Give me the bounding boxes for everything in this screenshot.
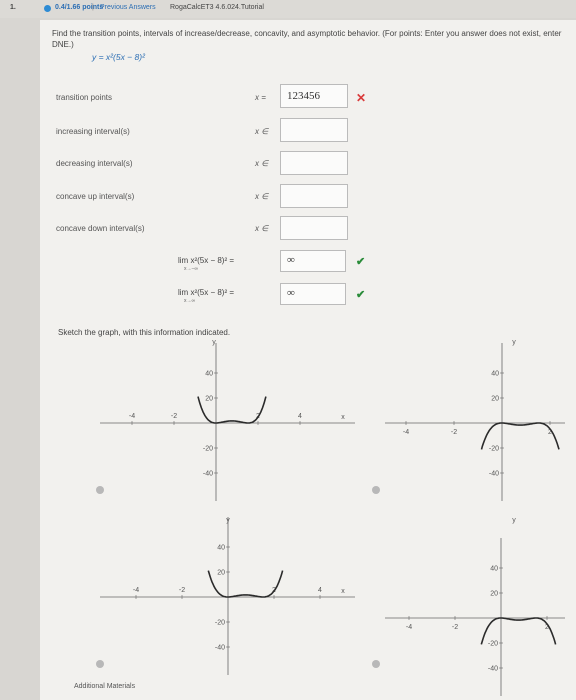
graph-a-x-tick-label: 4 xyxy=(298,413,302,420)
graph-a-y-tick-label: 20 xyxy=(205,396,213,403)
graph-c-x-tick-label: -2 xyxy=(179,587,185,594)
graph-d-x-tick-label: -2 xyxy=(452,624,458,631)
graph-c-x-tick-label: -4 xyxy=(133,587,139,594)
graph-d-y-tick-label: 20 xyxy=(490,591,498,598)
graph-d-y-tick-label: -20 xyxy=(488,641,498,648)
graph-b-y-label: y xyxy=(512,339,516,346)
graph-option-a-radio[interactable] xyxy=(96,486,104,494)
graph-d-x-tick-label: -4 xyxy=(406,624,412,631)
graph-c-x-tick-label: 4 xyxy=(318,587,322,594)
graph-option-b-radio[interactable] xyxy=(372,486,380,494)
graph-a-y-tick-label: -40 xyxy=(203,471,213,478)
graph-option-c-radio[interactable] xyxy=(96,660,104,668)
graph-a-y-label: y xyxy=(212,339,216,346)
graph-a-y-tick-label: 40 xyxy=(205,371,213,378)
graph-c-x-label: x xyxy=(341,588,345,595)
graph-b-x-tick-label: -2 xyxy=(451,429,457,436)
graph-a-y-tick-label: -20 xyxy=(203,446,213,453)
graph-b-x-tick-label: -4 xyxy=(403,429,409,436)
graph-d-y-tick-label: 40 xyxy=(490,566,498,573)
graph-c-y-label: y xyxy=(226,517,230,524)
graph-b-y-tick-label: 20 xyxy=(491,396,499,403)
graph-a-x-tick-label: -2 xyxy=(171,413,177,420)
additional-materials-link[interactable]: Additional Materials xyxy=(74,683,135,690)
graph-a-x-tick-label: -4 xyxy=(129,413,135,420)
graph-b-y-tick-label: -20 xyxy=(489,446,499,453)
graph-b-y-tick-label: 40 xyxy=(491,371,499,378)
graph-a-x-label: x xyxy=(341,414,345,421)
graph-c-y-tick-label: -40 xyxy=(215,645,225,652)
graph-b-y-tick-label: -40 xyxy=(489,471,499,478)
graph-c-y-tick-label: -20 xyxy=(215,620,225,627)
graph-c-y-tick-label: 40 xyxy=(217,545,225,552)
graph-d-y-label: y xyxy=(512,517,516,524)
graph-c-y-tick-label: 20 xyxy=(217,570,225,577)
graph-option-d-radio[interactable] xyxy=(372,660,380,668)
graph-d-y-tick-label: -40 xyxy=(488,666,498,673)
graph-options: yx4020-20-40-4 -2 2 4y4020-20-40-4 -2 2yx4020… xyxy=(100,339,565,696)
